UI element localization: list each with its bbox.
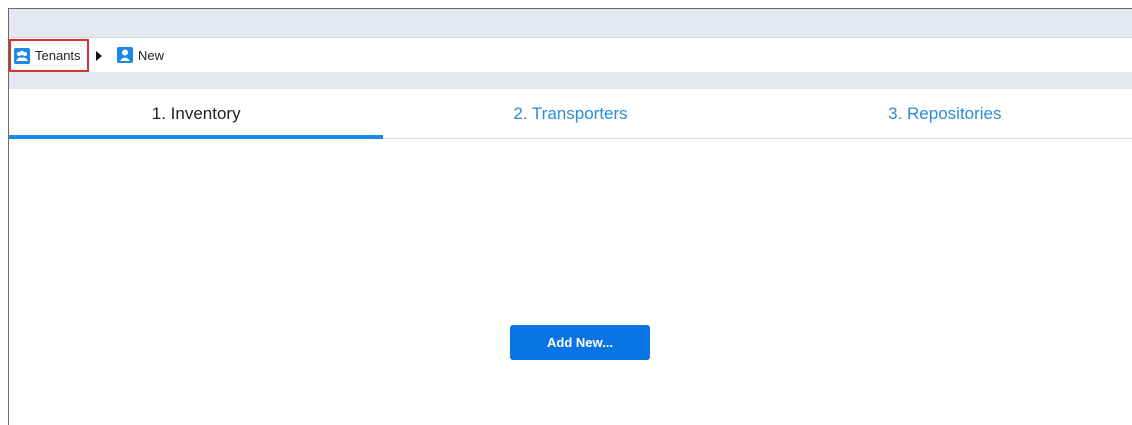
- wizard-tabs: 1. Inventory 2. Transporters 3. Reposito…: [9, 90, 1132, 139]
- breadcrumb-new[interactable]: New: [117, 47, 164, 63]
- breadcrumb-new-label: New: [138, 47, 165, 63]
- triangle-right-icon: [96, 51, 102, 61]
- breadcrumb: Tenants New: [9, 38, 1132, 72]
- app-frame: Tenants New 1. Inventory 2. Transporters…: [8, 8, 1132, 425]
- group-users-icon: [14, 47, 30, 64]
- top-bar: [9, 9, 1132, 38]
- tab-inventory[interactable]: 1. Inventory: [9, 90, 384, 139]
- section-divider-bar: [9, 72, 1132, 89]
- add-new-button[interactable]: Add New...: [510, 325, 650, 360]
- user-icon: [117, 47, 133, 63]
- tab-repositories[interactable]: 3. Repositories: [758, 90, 1132, 138]
- tab-transporters[interactable]: 2. Transporters: [383, 90, 757, 138]
- breadcrumb-tenants-label: Tenants: [35, 48, 81, 63]
- breadcrumb-tenants[interactable]: Tenants: [9, 39, 89, 72]
